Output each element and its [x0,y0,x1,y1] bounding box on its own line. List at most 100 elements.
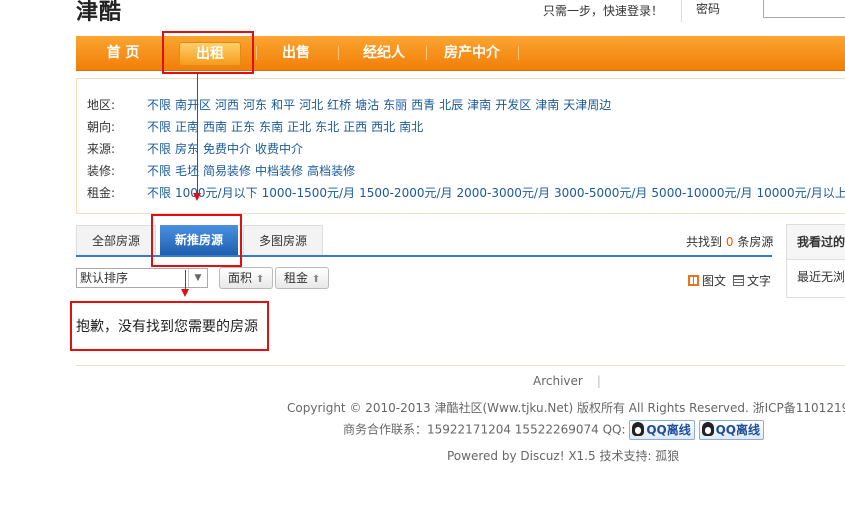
filter-panel: 地区: 不限 南开区 河西 河东 和平 河北 红桥 塘沽 东丽 西青 北辰 津南 开发区 津南 天津周边 朝向… [76,78,845,214]
arrow-up-icon: ⬆ [255,274,265,285]
sort-by-area-button[interactable]: 面积 ⬆ [219,267,274,289]
archiver-link[interactable]: Archiver [533,374,583,388]
filter-option[interactable]: 免费中介 [203,142,251,156]
filter-option[interactable]: 不限 [147,98,171,112]
filter-option[interactable]: 简易装修 [203,164,251,178]
nav-divider [338,46,339,60]
annotation-arrow-icon [193,193,201,201]
header-divider [681,0,682,22]
filter-option[interactable]: 红桥 [327,98,351,112]
nav-agency-label: 房产中介 [444,45,500,61]
filter-option[interactable]: 津南 [535,98,559,112]
filter-option[interactable]: 中档装修 [255,164,303,178]
qq-button-label: QQ离线 [646,423,691,437]
filter-option[interactable]: 东丽 [383,98,407,112]
filter-option[interactable]: 河北 [299,98,323,112]
filter-label: 地区: [87,98,116,112]
tab-multi-image-listings[interactable]: 多图房源 [243,225,323,255]
filter-option[interactable]: 10000元/月以上 [757,186,845,200]
qq-penguin-icon [701,422,714,436]
sort-by-rent-button[interactable]: 租金 ⬆ [275,267,330,289]
qq-offline-button[interactable]: QQ离线 [629,420,695,440]
annotation-arrow-icon [181,289,189,297]
filter-option[interactable]: 北辰 [439,98,463,112]
filter-option[interactable]: 3000-5000元/月 [554,186,647,200]
filter-label: 来源: [87,142,116,156]
footer-contact: 商务合作联系：15922171204 15522269074 QQ: [343,422,626,437]
filter-option[interactable]: 南北 [399,120,423,134]
filter-option[interactable]: 东南 [259,120,283,134]
qq-button-label: QQ离线 [715,423,760,437]
recently-viewed-title: 我看过的 [787,225,845,260]
sort-select[interactable]: 默认排序 ▼ [76,268,208,288]
result-count-suffix: 条房源 [737,235,774,249]
filter-option[interactable]: 南开区 [175,98,211,112]
filter-option[interactable]: 不限 [147,164,171,178]
result-count-number: 0 [725,235,734,249]
nav-divider [426,46,427,60]
nav-agency[interactable]: 房产中介 [430,36,514,70]
qq-penguin-icon [632,422,645,436]
filter-option[interactable]: 津南 [467,98,491,112]
filter-option[interactable]: 开发区 [495,98,531,112]
tab-new-listings[interactable]: 新推房源 [160,225,238,255]
filter-option[interactable]: 河东 [243,98,267,112]
filter-option[interactable]: 1500-2000元/月 [359,186,452,200]
footer-contact-row: 商务合作联系：15922171204 15522269074 QQ: QQ离线 … [343,420,845,440]
filter-option[interactable]: 不限 [147,120,171,134]
filter-orientation: 朝向: 不限 正南 西南 正东 东南 正北 东北 正西 西北 南北 [87,117,427,137]
filter-option[interactable]: 不限 [147,142,171,156]
chevron-down-icon: ▼ [188,269,207,287]
filter-option[interactable]: 正西 [343,120,367,134]
filter-option[interactable]: 2000-3000元/月 [457,186,550,200]
nav-agent[interactable]: 经纪人 [342,36,426,70]
password-input[interactable] [763,0,845,18]
recently-viewed-panel: 我看过的 最近无浏 [786,224,845,298]
result-count-prefix: 共找到 [686,235,723,249]
filter-option[interactable]: 东北 [315,120,339,134]
main-nav: 首 页 出租 出售 经纪人 房产中介 [76,36,845,71]
nav-rent[interactable]: 出租 [170,36,250,70]
filter-option[interactable]: 西南 [203,120,227,134]
filter-option[interactable]: 收费中介 [255,142,303,156]
filter-option[interactable]: 高档装修 [307,164,355,178]
filter-option[interactable]: 塘沽 [355,98,379,112]
view-image-text-toggle[interactable]: 图文 [688,272,726,289]
filter-option[interactable]: 和平 [271,98,295,112]
filter-option[interactable]: 正东 [231,120,255,134]
site-logo[interactable]: 津酷 [76,0,122,26]
filter-option[interactable]: 正北 [287,120,311,134]
nav-sale[interactable]: 出售 [260,36,332,70]
grid-icon [688,275,699,286]
view-image-text-label: 图文 [702,274,727,288]
filter-label: 租金: [87,186,116,200]
sort-selected-value: 默认排序 [80,271,129,285]
result-count: 共找到 0 条房源 [686,233,773,250]
nav-home[interactable]: 首 页 [88,36,158,70]
footer-copyright: Copyright © 2010-2013 津酷社区(Www.tjku.Net)… [287,401,845,415]
filter-option[interactable]: 天津周边 [563,98,611,112]
filter-option[interactable]: 正南 [175,120,199,134]
nav-home-label: 首 页 [106,45,140,61]
nav-sale-label: 出售 [282,45,310,61]
filter-option[interactable]: 毛坯 [175,164,199,178]
filter-option[interactable]: 房东 [175,142,199,156]
footer-archiver-row: Archiver | [533,374,845,388]
tab-all-listings[interactable]: 全部房源 [76,225,156,255]
filter-option[interactable]: 不限 [147,186,171,200]
filter-option[interactable]: 西青 [411,98,435,112]
quick-login-tip[interactable]: 只需一步，快速登录！ [543,2,663,19]
qq-offline-button[interactable]: QQ离线 [698,420,764,440]
filter-option[interactable]: 河西 [215,98,239,112]
filter-option[interactable]: 1000元/月以下 [175,186,258,200]
sort-rent-label: 租金 [284,271,309,285]
view-text-toggle[interactable]: 文字 [733,272,771,289]
footer-separator: | [596,374,601,388]
filter-option[interactable]: 5000-10000元/月 [651,186,752,200]
filter-option[interactable]: 1000-1500元/月 [262,186,355,200]
recently-viewed-empty: 最近无浏 [797,270,845,284]
filter-area: 地区: 不限 南开区 河西 河东 和平 河北 红桥 塘沽 东丽 西青 北辰 津南 开发区 津南 天津周边 [87,95,615,115]
filter-option[interactable]: 西北 [371,120,395,134]
footer-powered: Powered by Discuz! X1.5 技术支持: 孤狼 [447,449,680,463]
password-label: 密码 [696,2,721,16]
